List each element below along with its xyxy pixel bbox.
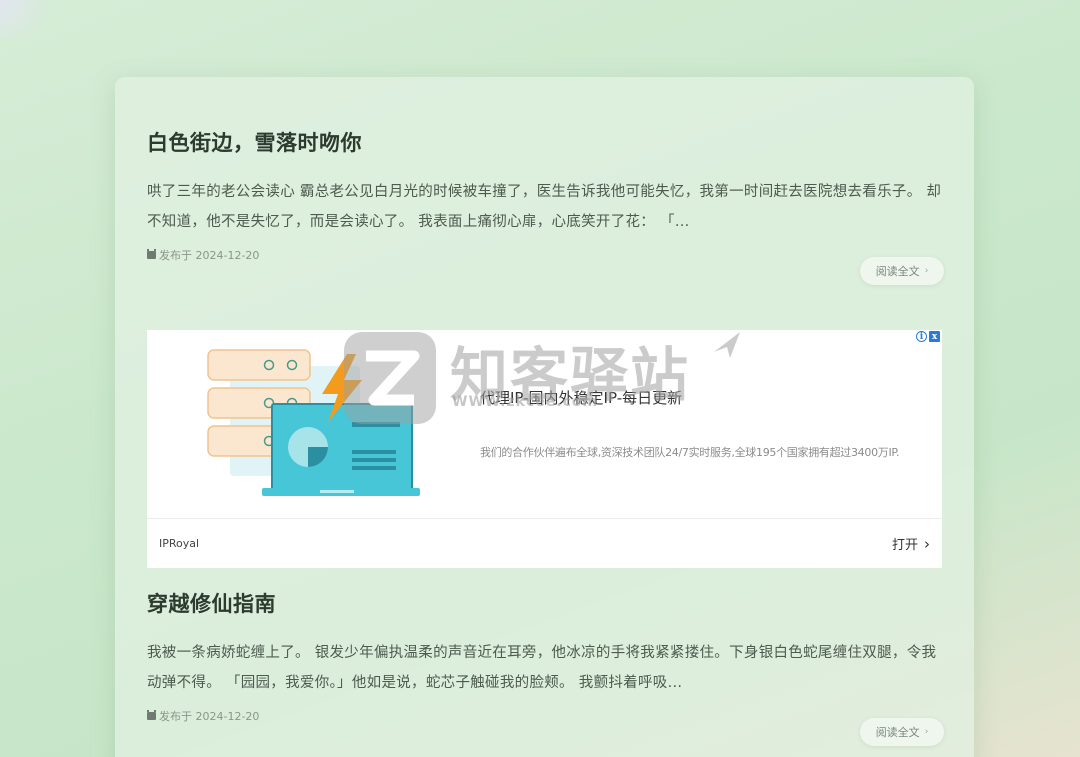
- chevron-right-icon: ›: [924, 266, 929, 276]
- post-item: 白色街边，雪落时吻你 哄了三年的老公会读心 霸总老公见白月光的时候被车撞了，医生…: [147, 127, 944, 285]
- post-meta: 发布于 2024-12-20: [147, 247, 944, 263]
- calendar-icon: [147, 710, 156, 720]
- ad-advertiser[interactable]: IPRoyal: [159, 537, 199, 550]
- post-title[interactable]: 穿越修仙指南: [147, 588, 944, 618]
- post-item: 穿越修仙指南 我被一条病娇蛇缠上了。 银发少年偏执温柔的声音近在耳旁，他冰凉的手…: [147, 588, 944, 746]
- ad-footer: IPRoyal 打开 ›: [147, 518, 942, 568]
- post-excerpt: 我被一条病娇蛇缠上了。 银发少年偏执温柔的声音近在耳旁，他冰凉的手将我紧紧搂住。…: [147, 645, 937, 691]
- ad-choices[interactable]: i x: [916, 331, 940, 342]
- post-meta: 发布于 2024-12-20: [147, 708, 944, 724]
- calendar-icon: [147, 249, 156, 259]
- chevron-right-icon: ›: [924, 534, 930, 553]
- post-excerpt: 哄了三年的老公会读心 霸总老公见白月光的时候被车撞了，医生告诉我他可能失忆，我第…: [147, 184, 942, 230]
- ad-headline[interactable]: 代理IP-国内外稳定IP-每日更新: [480, 387, 682, 408]
- read-more-label: 阅读全文: [875, 265, 920, 278]
- chevron-right-icon: ›: [924, 727, 929, 737]
- read-more-button[interactable]: 阅读全文 ›: [860, 257, 944, 285]
- ad-banner[interactable]: i x 代理IP-国内外稳定IP-每日更新 我们的合作伙伴遍布全球,资深技术团队…: [147, 330, 942, 568]
- post-date: 发布于 2024-12-20: [159, 710, 260, 723]
- post-date: 发布于 2024-12-20: [159, 249, 260, 262]
- ad-open-label: 打开: [891, 538, 918, 553]
- server-laptop-illustration: [207, 349, 420, 496]
- background-glow: [0, 0, 60, 40]
- read-more-label: 阅读全文: [875, 726, 920, 739]
- ad-open-button[interactable]: 打开 ›: [891, 534, 930, 554]
- post-title[interactable]: 白色街边，雪落时吻你: [147, 127, 944, 157]
- ad-info-icon[interactable]: i: [916, 331, 927, 342]
- ad-description: 我们的合作伙伴遍布全球,资深技术团队24/7实时服务,全球195个国家拥有超过3…: [480, 446, 900, 459]
- ad-close-icon[interactable]: x: [929, 331, 940, 342]
- read-more-button[interactable]: 阅读全文 ›: [860, 718, 944, 746]
